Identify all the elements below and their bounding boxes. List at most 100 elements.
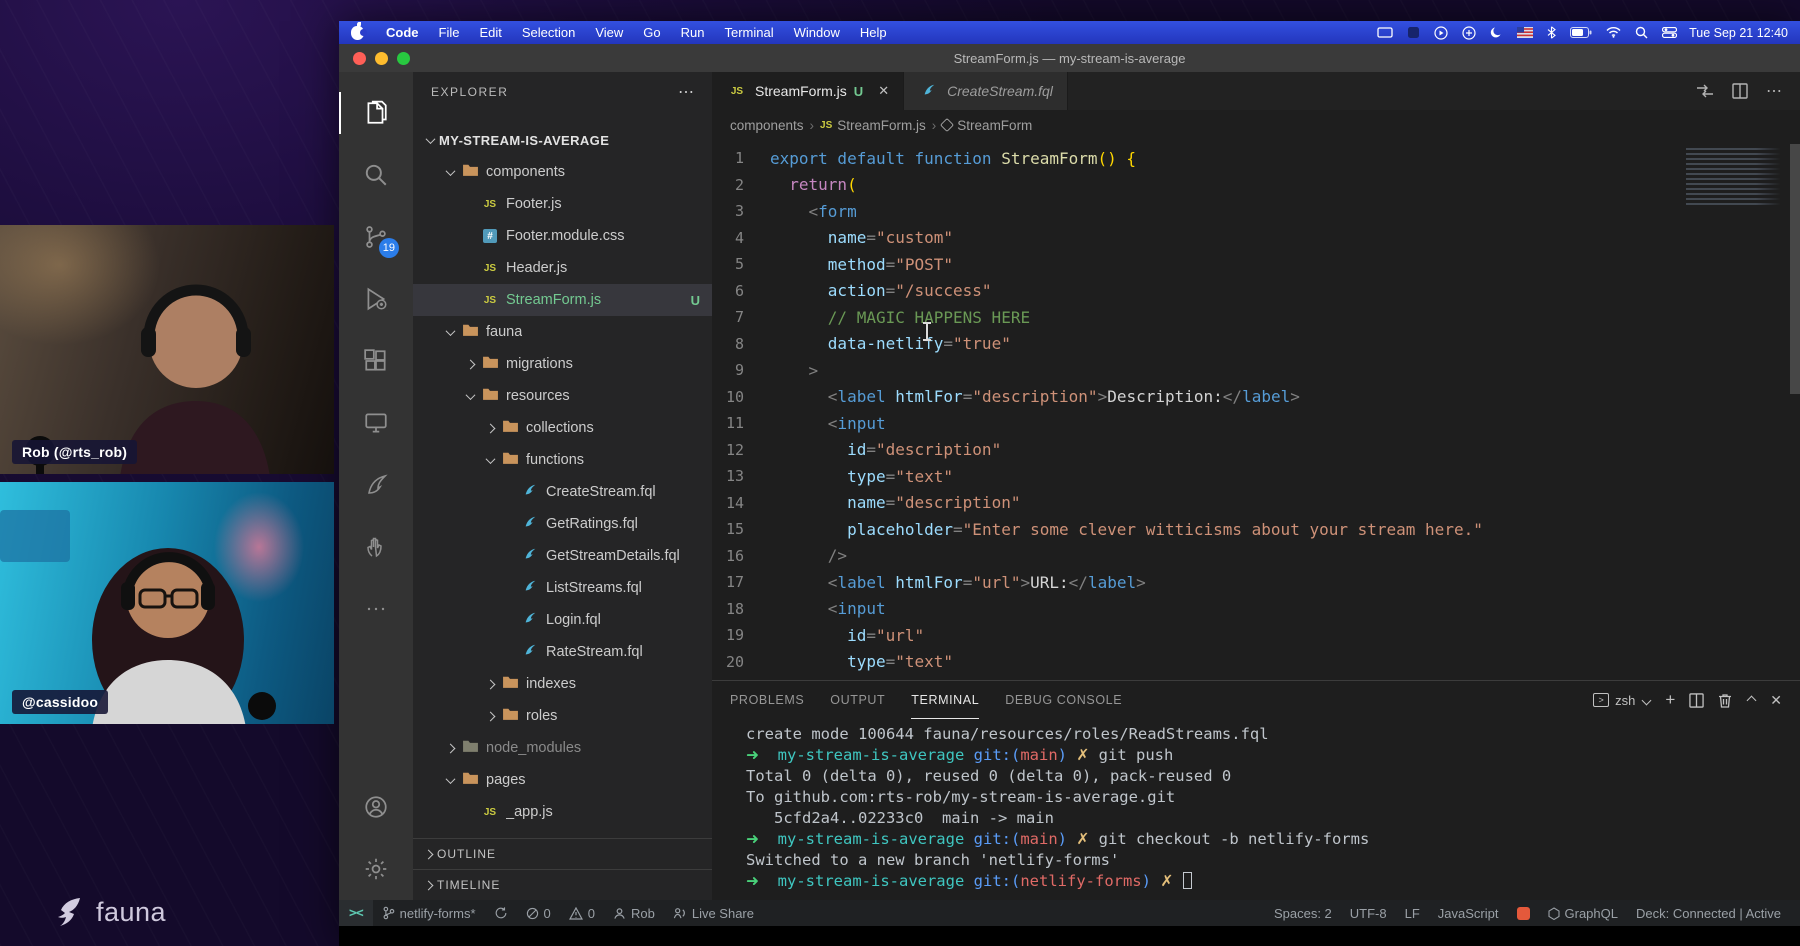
status-warnings[interactable]: 0 (560, 900, 604, 926)
status-deck-status[interactable]: Deck: Connected | Active (1627, 900, 1790, 926)
tree-item-collections[interactable]: collections (413, 412, 712, 444)
fauna-extension-icon[interactable] (339, 454, 413, 516)
status-liveshare-user[interactable]: Rob (604, 900, 664, 926)
spotlight-search-icon[interactable] (1635, 26, 1648, 39)
tree-item-header-js[interactable]: JSHeader.js (413, 252, 712, 284)
tree-item-app-js[interactable]: JS_app.js (413, 796, 712, 828)
tree-item-streamform-js[interactable]: JSStreamForm.jsU (413, 284, 712, 316)
tree-item-roles[interactable]: roles (413, 700, 712, 732)
status-eol[interactable]: LF (1396, 900, 1429, 926)
status-graphql-status[interactable]: GraphQL (1539, 900, 1627, 926)
close-tab-icon[interactable]: ✕ (878, 83, 889, 99)
tree-item-node-modules[interactable]: node_modules (413, 732, 712, 764)
source-control-icon[interactable]: 19 (339, 206, 413, 268)
outline-section[interactable]: OUTLINE (413, 838, 712, 869)
shortcuts-icon[interactable] (1462, 26, 1476, 40)
editor-more-actions-icon[interactable]: ⋯ (1766, 81, 1782, 101)
maximize-panel-icon[interactable] (1746, 695, 1756, 705)
tree-item-migrations[interactable]: migrations (413, 348, 712, 380)
explorer-more-actions-icon[interactable]: ⋯ (678, 82, 694, 102)
tree-item-components[interactable]: components (413, 156, 712, 188)
split-editor-icon[interactable] (1732, 83, 1748, 99)
split-terminal-icon[interactable] (1689, 693, 1704, 708)
status-live-share[interactable]: Live Share (664, 900, 763, 926)
kill-terminal-trash-icon[interactable] (1718, 693, 1732, 708)
open-changes-icon[interactable] (1696, 83, 1714, 99)
status-language-mode[interactable]: JavaScript (1429, 900, 1508, 926)
search-icon[interactable] (339, 144, 413, 206)
status-sync-changes[interactable] (485, 900, 517, 926)
new-terminal-icon[interactable]: + (1665, 690, 1675, 710)
tree-item-footer-js[interactable]: JSFooter.js (413, 188, 712, 220)
screen-record-icon[interactable] (1407, 26, 1420, 39)
panel-tab-terminal[interactable]: TERMINAL (911, 681, 979, 719)
breadcrumb-components[interactable]: components (730, 118, 804, 133)
tree-item-login-fql[interactable]: Login.fql (413, 604, 712, 636)
menu-file[interactable]: File (429, 25, 470, 40)
chevron-right-icon (481, 425, 499, 432)
bluetooth-icon[interactable] (1547, 26, 1556, 39)
tree-item-functions[interactable]: functions (413, 444, 712, 476)
tree-item-getstreamdetails-fql[interactable]: GetStreamDetails.fql (413, 540, 712, 572)
tree-item-indexes[interactable]: indexes (413, 668, 712, 700)
panel-tab-debug-console[interactable]: DEBUG CONSOLE (1005, 681, 1122, 719)
menu-run[interactable]: Run (671, 25, 715, 40)
code-editor[interactable]: 1export default function StreamForm() {2… (712, 140, 1800, 680)
liveshare-hand-icon[interactable] (339, 516, 413, 578)
tree-item-footer-module-css[interactable]: #Footer.module.css (413, 220, 712, 252)
tab-createstream-fql[interactable]: CreateStream.fql (904, 72, 1068, 110)
menu-code[interactable]: Code (376, 25, 429, 40)
status-errors[interactable]: 0 (517, 900, 560, 926)
minimap[interactable] (1686, 148, 1786, 206)
terminal-shell-selector[interactable]: > zsh (1593, 693, 1651, 708)
extensions-icon[interactable] (339, 330, 413, 392)
remote-explorer-icon[interactable] (339, 392, 413, 454)
editor-scrollbar[interactable] (1790, 144, 1800, 394)
run-debug-icon[interactable] (339, 268, 413, 330)
menu-help[interactable]: Help (850, 25, 897, 40)
tree-item-liststreams-fql[interactable]: ListStreams.fql (413, 572, 712, 604)
breadcrumb-streamform[interactable]: StreamForm (942, 118, 1032, 133)
menu-selection[interactable]: Selection (512, 25, 585, 40)
traffic-light-minimize[interactable] (375, 52, 388, 65)
terminal-output[interactable]: create mode 100644 fauna/resources/roles… (712, 719, 1800, 900)
status-extension-status[interactable] (1508, 900, 1539, 926)
keyboard-flag-icon[interactable] (1517, 27, 1533, 38)
timeline-section[interactable]: TIMELINE (413, 869, 712, 900)
breadcrumb-streamform-js[interactable]: JSStreamForm.js (820, 118, 926, 133)
tab-streamform-js[interactable]: JSStreamForm.jsU✕ (712, 72, 904, 110)
account-icon[interactable] (339, 776, 413, 838)
tree-item-my-stream-is-average[interactable]: MY-STREAM-IS-AVERAGE (413, 124, 712, 156)
control-center-icon[interactable] (1662, 27, 1677, 38)
close-panel-icon[interactable]: ✕ (1770, 692, 1782, 709)
tree-item-createstream-fql[interactable]: CreateStream.fql (413, 476, 712, 508)
apple-menu-icon[interactable] (351, 26, 364, 40)
do-not-disturb-moon-icon[interactable] (1490, 26, 1503, 39)
more-views-icon[interactable] (339, 578, 413, 640)
settings-gear-icon[interactable] (339, 838, 413, 900)
tree-item-getratings-fql[interactable]: GetRatings.fql (413, 508, 712, 540)
status-remote-indicator[interactable]: >< (339, 900, 373, 926)
wifi-icon[interactable] (1606, 27, 1621, 38)
menu-edit[interactable]: Edit (469, 25, 511, 40)
tree-item-ratestream-fql[interactable]: RateStream.fql (413, 636, 712, 668)
status-git-branch[interactable]: netlify-forms* (373, 900, 485, 926)
panel-tab-problems[interactable]: PROBLEMS (730, 681, 804, 719)
menu-go[interactable]: Go (633, 25, 670, 40)
display-mirroring-icon[interactable] (1377, 27, 1393, 39)
panel-tab-output[interactable]: OUTPUT (830, 681, 885, 719)
traffic-light-close[interactable] (353, 52, 366, 65)
menu-bar-clock[interactable]: Tue Sep 21 12:40 (1689, 26, 1788, 40)
explorer-icon[interactable] (339, 82, 413, 144)
tree-item-fauna[interactable]: fauna (413, 316, 712, 348)
menu-window[interactable]: Window (784, 25, 850, 40)
traffic-light-zoom[interactable] (397, 52, 410, 65)
menu-terminal[interactable]: Terminal (715, 25, 784, 40)
battery-icon[interactable] (1570, 27, 1592, 38)
tree-item-resources[interactable]: resources (413, 380, 712, 412)
play-circle-icon[interactable] (1434, 26, 1448, 40)
tree-item-pages[interactable]: pages (413, 764, 712, 796)
status-indentation[interactable]: Spaces: 2 (1265, 900, 1341, 926)
menu-view[interactable]: View (585, 25, 633, 40)
status-encoding[interactable]: UTF-8 (1341, 900, 1396, 926)
